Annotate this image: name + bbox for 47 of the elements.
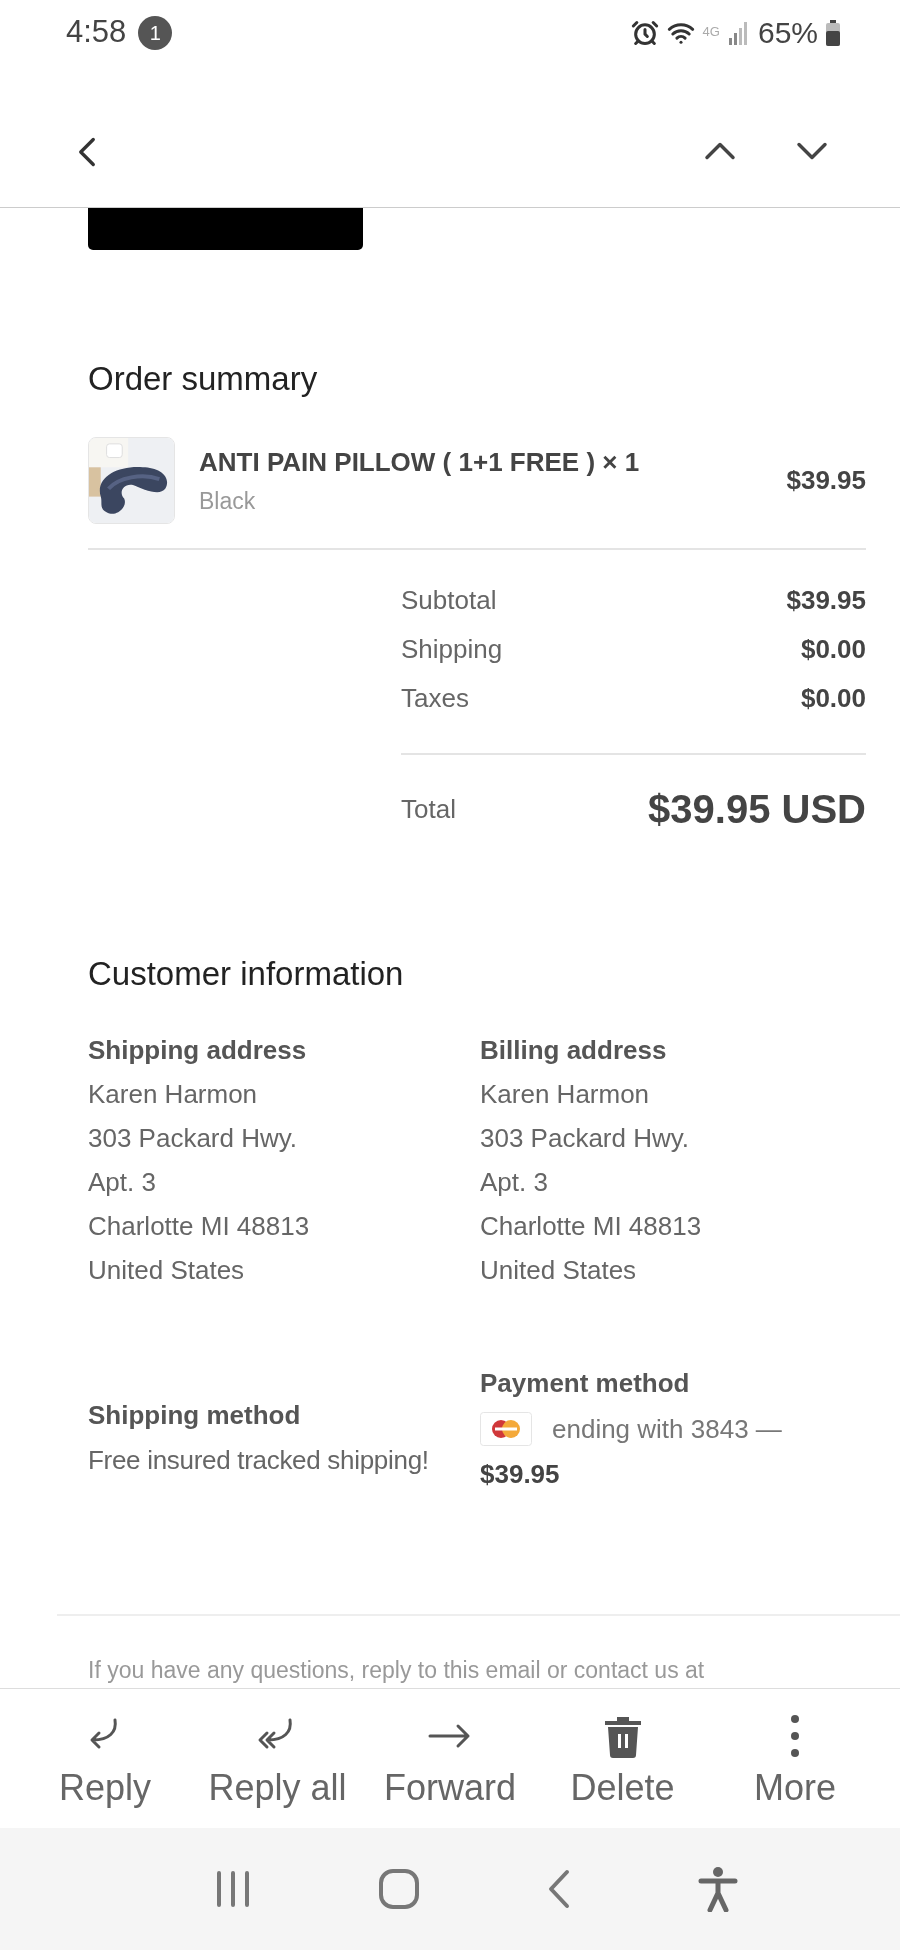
address-heading: Shipping address — [88, 1034, 308, 1067]
address-line: Apt. 3 — [480, 1166, 549, 1199]
shipping-method-value: Free insured tracked shipping! — [88, 1444, 430, 1477]
product-name: ANTI PAIN PILLOW ( 1+1 FREE ) × 1 — [199, 445, 641, 479]
footer-text: If you have any questions, reply to this email or contact us at — [88, 1656, 706, 1684]
card-icon — [480, 1412, 532, 1446]
toolbar-action-button[interactable]: More — [710, 1693, 880, 1824]
address-line: 303 Packard Hwy. — [88, 1122, 299, 1155]
battery-icon — [826, 19, 840, 46]
product-price: $39.95 — [786, 464, 866, 497]
address-heading: Billing address — [480, 1034, 668, 1067]
toolbar-action-button[interactable]: Reply all — [192, 1693, 363, 1824]
alarm-icon — [630, 18, 659, 47]
address-line: Charlotte MI 48813 — [88, 1210, 311, 1243]
status-time: 4:58 — [66, 13, 127, 52]
address-line: 303 Packard Hwy. — [480, 1122, 691, 1155]
summary-value: $0.00 — [800, 682, 866, 715]
home-button[interactable] — [377, 1868, 420, 1910]
toolbar-action-button[interactable]: Reply — [20, 1693, 190, 1824]
address-line: Charlotte MI 48813 — [480, 1210, 703, 1243]
shipping-method-heading: Shipping method — [88, 1399, 302, 1432]
section-title: Customer information — [88, 957, 405, 990]
summary-label: Shipping — [401, 633, 503, 666]
notification-count: 1 — [138, 15, 173, 50]
payment-method-heading: Payment method — [480, 1367, 691, 1400]
total-label: Total — [401, 792, 456, 826]
payment-amount: $39.95 — [480, 1458, 561, 1491]
summary-value: $39.95 — [786, 584, 866, 617]
address-line: United States — [88, 1254, 246, 1287]
summary-value: $0.00 — [800, 633, 866, 666]
address-line: United States — [480, 1254, 638, 1287]
section-title: Order summary — [88, 362, 319, 395]
accessibility-icon[interactable] — [697, 1866, 738, 1912]
total-value: $39.95 USD — [648, 786, 866, 833]
more-icon — [789, 1712, 801, 1759]
summary-label: Taxes — [401, 682, 469, 715]
card-ending: ending with 3843 — — [552, 1412, 782, 1446]
battery-percent: 65% — [757, 15, 818, 51]
address-line: Karen Harmon — [480, 1078, 651, 1111]
summary-label: Subtotal — [401, 584, 497, 617]
address-line: Apt. 3 — [88, 1166, 157, 1199]
toolbar-action-button[interactable]: Forward — [365, 1693, 535, 1824]
address-line: Karen Harmon — [88, 1078, 259, 1111]
signal-icon — [727, 19, 750, 46]
product-variant: Black — [199, 486, 257, 516]
toolbar-action-button[interactable]: Delete — [537, 1693, 708, 1824]
network-type: 4G — [702, 23, 720, 41]
